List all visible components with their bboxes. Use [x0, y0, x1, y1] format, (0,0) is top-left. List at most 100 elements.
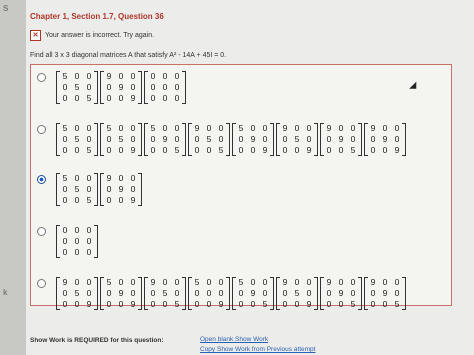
matrix-entry: 0 — [282, 299, 288, 309]
matrix-entry: 0 — [338, 123, 344, 133]
matrix-row: 050 — [147, 288, 183, 299]
answer-radio[interactable] — [37, 73, 46, 82]
matrix: 900050009 — [56, 277, 98, 310]
matrix-entry: 0 — [162, 299, 168, 309]
matrix-row: 009 — [279, 145, 315, 156]
answer-choices: 5000500059000900090000000005000500055000… — [30, 64, 452, 310]
matrix-entry: 0 — [194, 299, 200, 309]
matrix-entry: 0 — [86, 173, 92, 183]
matrix-entry: 5 — [294, 288, 300, 298]
matrix-row: 900 — [367, 123, 403, 134]
matrix-row: 900 — [103, 71, 139, 82]
answer-option[interactable]: 9000500095000900099000500055000000095000… — [37, 277, 406, 310]
matrix: 500090005 — [232, 277, 274, 310]
matrix-row: 000 — [191, 288, 227, 299]
question-title: Chapter 1, Section 1.7, Question 36 — [30, 12, 164, 21]
matrix-entry: 0 — [238, 134, 244, 144]
matrix-entry: 0 — [262, 277, 268, 287]
matrix-entry: 0 — [382, 277, 388, 287]
matrix-entry: 0 — [174, 288, 180, 298]
matrix-entry: 5 — [350, 299, 356, 309]
open-show-work-link[interactable]: Open blank Show Work — [200, 335, 315, 345]
matrix-entry: 5 — [74, 288, 80, 298]
matrix-entry: 9 — [118, 184, 124, 194]
matrix-row: 005 — [147, 299, 183, 310]
matrix-row: 500 — [191, 277, 227, 288]
matrix-row: 000 — [147, 71, 183, 82]
matrix-row: 090 — [323, 134, 359, 145]
question-text: Find all 3 x 3 diagonal matrices A that … — [30, 52, 227, 59]
matrix-entry: 0 — [338, 277, 344, 287]
matrix-entry: 0 — [382, 145, 388, 155]
matrix: 000000000 — [56, 225, 98, 258]
matrix-entry: 9 — [62, 277, 68, 287]
matrix-entry: 0 — [74, 195, 80, 205]
matrix-entry: 5 — [294, 134, 300, 144]
matrix-entry: 9 — [130, 145, 136, 155]
matrix-row: 900 — [103, 173, 139, 184]
matrix-entry: 5 — [174, 299, 180, 309]
matrix-row: 900 — [147, 277, 183, 288]
matrix-entry: 0 — [130, 123, 136, 133]
matrix-row: 005 — [323, 299, 359, 310]
matrix-entry: 9 — [106, 71, 112, 81]
matrix-entry: 9 — [282, 277, 288, 287]
matrix-entry: 0 — [282, 145, 288, 155]
matrix-entry: 0 — [282, 134, 288, 144]
answer-option[interactable]: 5000500055000500095000900059000500055000… — [37, 123, 406, 156]
matrix-row: 090 — [235, 288, 271, 299]
matrix-entry: 0 — [338, 299, 344, 309]
matrix-entry: 0 — [150, 145, 156, 155]
matrix-entry: 0 — [74, 225, 80, 235]
matrix-row: 050 — [279, 134, 315, 145]
matrix-entry: 0 — [118, 71, 124, 81]
matrix-entry: 0 — [370, 288, 376, 298]
matrix-entry: 0 — [218, 134, 224, 144]
matrix-entry: 5 — [62, 173, 68, 183]
matrix-entry: 0 — [150, 93, 156, 103]
matrix-entry: 0 — [130, 173, 136, 183]
matrix-entry: 5 — [106, 277, 112, 287]
answer-option[interactable]: 500050005900090009000000000 — [37, 71, 186, 104]
matrix-entry: 0 — [150, 71, 156, 81]
matrix-entry: 0 — [174, 134, 180, 144]
matrix-entry: 0 — [218, 288, 224, 298]
matrix-row: 009 — [279, 299, 315, 310]
matrix-row: 009 — [103, 195, 139, 206]
matrix-entry: 5 — [62, 71, 68, 81]
matrix-entry: 9 — [218, 299, 224, 309]
matrix-entry: 5 — [62, 123, 68, 133]
matrix-entry: 0 — [130, 277, 136, 287]
answer-option[interactable]: 000000000 — [37, 225, 98, 258]
matrix-row: 005 — [235, 299, 271, 310]
incorrect-icon: ✕ — [30, 30, 41, 41]
matrix-entry: 9 — [370, 123, 376, 133]
matrix-entry: 0 — [86, 184, 92, 194]
matrix-entry: 0 — [86, 71, 92, 81]
matrix-entry: 0 — [370, 299, 376, 309]
matrix: 500090005 — [144, 123, 186, 156]
answer-option[interactable]: 500050005900090009 — [37, 173, 142, 206]
matrix-entry: 0 — [106, 288, 112, 298]
matrix-set: 500050005900090009000000000 — [56, 71, 186, 104]
matrix-entry: 0 — [394, 288, 400, 298]
matrix-row: 000 — [59, 236, 95, 247]
answer-radio[interactable] — [37, 279, 46, 288]
matrix-entry: 0 — [194, 134, 200, 144]
matrix-entry: 0 — [74, 123, 80, 133]
matrix-entry: 5 — [238, 123, 244, 133]
copy-show-work-link[interactable]: Copy Show Work from Previous attempt — [200, 345, 315, 355]
matrix-row: 050 — [59, 134, 95, 145]
matrix-entry: 9 — [370, 277, 376, 287]
answer-radio[interactable] — [37, 175, 46, 184]
matrix-row: 050 — [191, 134, 227, 145]
answer-radio[interactable] — [37, 125, 46, 134]
matrix-entry: 0 — [130, 82, 136, 92]
answer-radio[interactable] — [37, 227, 46, 236]
matrix-entry: 0 — [262, 123, 268, 133]
matrix-row: 090 — [147, 134, 183, 145]
matrix: 900050009 — [276, 123, 318, 156]
matrix-entry: 5 — [262, 299, 268, 309]
matrix-entry: 0 — [130, 71, 136, 81]
matrix-entry: 0 — [206, 123, 212, 133]
